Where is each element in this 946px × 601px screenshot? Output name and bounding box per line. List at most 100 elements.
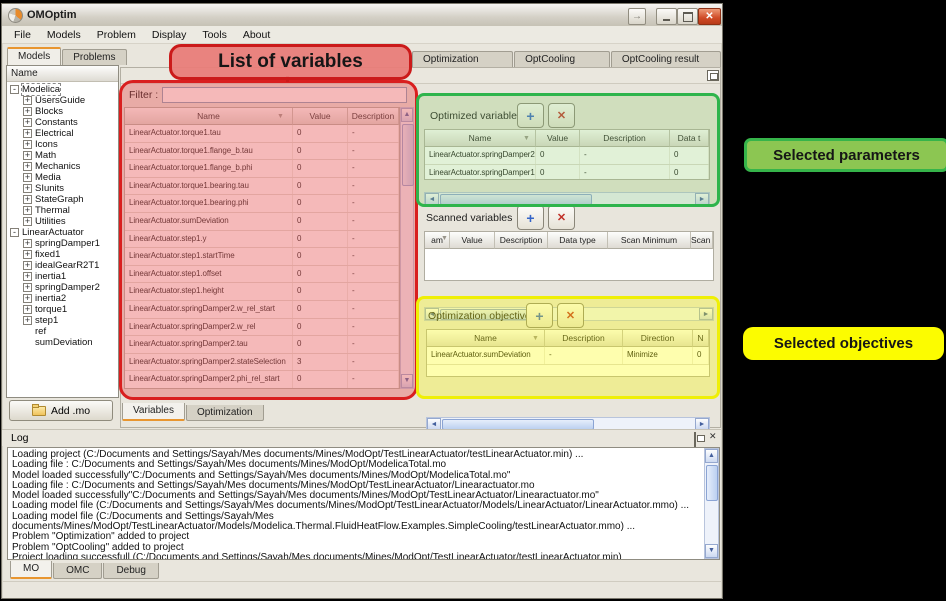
table-row[interactable]: LinearActuator.torque1.tau 0 - (125, 125, 399, 143)
expand-collapse-icon[interactable]: - (10, 85, 19, 94)
expand-collapse-icon[interactable]: + (23, 206, 32, 215)
tree-item[interactable]: + springDamper1 (23, 238, 118, 249)
minimize-button[interactable] (656, 8, 677, 25)
table-row[interactable]: LinearActuator.springDamper2.d 0 - 0 (425, 147, 709, 165)
table-row[interactable]: LinearActuator.torque1.flange_b.tau 0 - (125, 143, 399, 161)
log-tab[interactable]: Debug (103, 563, 158, 579)
remove-objective-button[interactable]: ✕ (557, 303, 584, 328)
expand-collapse-icon[interactable]: + (23, 140, 32, 149)
column-header[interactable]: Description (545, 330, 623, 347)
column-header[interactable]: Value (536, 130, 580, 147)
forward-arrow-button[interactable]: → (628, 8, 646, 25)
expand-collapse-icon[interactable]: + (23, 305, 32, 314)
expand-collapse-icon[interactable]: + (23, 283, 32, 292)
tree-item[interactable]: + SIunits (23, 183, 118, 194)
column-header[interactable]: Name (125, 108, 293, 125)
expand-collapse-icon[interactable]: + (23, 173, 32, 182)
menu-item[interactable]: Problem (89, 27, 144, 43)
log-tab[interactable]: OMC (53, 563, 102, 579)
table-row[interactable]: LinearActuator.torque1.bearing.tau 0 - (125, 178, 399, 196)
variables-scrollbar[interactable]: ▲ ▼ (400, 107, 414, 389)
scroll-right-icon[interactable]: ► (699, 308, 713, 320)
close-button[interactable]: ✕ (698, 8, 721, 25)
column-header[interactable]: Direction (623, 330, 693, 347)
tree-item[interactable]: + Electrical (23, 128, 118, 139)
expand-collapse-icon[interactable]: + (23, 195, 32, 204)
expand-collapse-icon[interactable]: + (23, 250, 32, 259)
filter-input[interactable] (162, 87, 407, 103)
expand-collapse-icon[interactable]: - (10, 228, 19, 237)
table-row[interactable]: LinearActuator.torque1.flange_b.phi 0 - (125, 160, 399, 178)
tree-item[interactable]: + Mechanics (23, 161, 118, 172)
table-row[interactable]: LinearActuator.step1.offset 0 - (125, 266, 399, 284)
column-header[interactable]: N (693, 330, 709, 347)
expand-collapse-icon[interactable]: + (23, 239, 32, 248)
tree-header[interactable]: Name (7, 66, 118, 82)
scroll-right-icon[interactable]: ► (695, 193, 709, 205)
dock-float-icon[interactable] (707, 70, 719, 81)
scrollbar-thumb[interactable] (706, 465, 718, 501)
column-header[interactable]: Scan M (691, 232, 713, 249)
tree-item[interactable]: - Modelica (10, 84, 118, 95)
expand-collapse-icon[interactable]: + (23, 129, 32, 138)
tree-item[interactable]: + torque1 (23, 304, 118, 315)
remove-scanned-variable-button[interactable]: ✕ (548, 205, 575, 230)
table-row[interactable]: LinearActuator.step1.y 0 - (125, 231, 399, 249)
table-row[interactable]: LinearActuator.springDamper2.tau 0 - (125, 336, 399, 354)
tree-item[interactable]: ref (23, 326, 118, 337)
column-header[interactable]: Description (348, 108, 399, 125)
optimized-variables-hscrollbar[interactable]: ◄ ► (424, 192, 710, 206)
table-row[interactable]: LinearActuator.step1.height 0 - (125, 283, 399, 301)
table-row[interactable]: LinearActuator.springDamper2.phi_rel_sta… (125, 371, 399, 389)
column-header[interactable]: Data type (548, 232, 608, 249)
scroll-down-icon[interactable]: ▼ (705, 544, 718, 558)
menu-item[interactable]: About (235, 27, 278, 43)
log-tab[interactable]: MO (10, 561, 52, 579)
table-row[interactable]: LinearActuator.step1.startTime 0 - (125, 248, 399, 266)
table-row[interactable]: LinearActuator.sumDeviation 0 - (125, 213, 399, 231)
scroll-left-icon[interactable]: ◄ (425, 193, 439, 205)
maximize-button[interactable] (677, 8, 698, 25)
add-objective-button[interactable]: + (526, 303, 553, 328)
add-mo-button[interactable]: Add .mo (9, 400, 113, 421)
scroll-up-icon[interactable]: ▲ (705, 449, 718, 463)
scroll-down-icon[interactable]: ▼ (401, 374, 413, 388)
sidebar-tab[interactable]: Problems (62, 49, 126, 65)
table-row[interactable]: LinearActuator.sumDeviation - Minimize 0 (427, 347, 709, 365)
expand-collapse-icon[interactable]: + (23, 184, 32, 193)
menu-item[interactable]: Display (144, 27, 194, 43)
tree-item[interactable]: sumDeviation (23, 337, 118, 348)
column-header[interactable]: Value (450, 232, 495, 249)
scrollbar-thumb[interactable] (440, 194, 592, 205)
tree-item[interactable]: + fixed1 (23, 249, 118, 260)
expand-collapse-icon[interactable]: + (23, 107, 32, 116)
result-tab[interactable]: Optimization result (412, 51, 513, 67)
expand-collapse-icon[interactable]: + (23, 294, 32, 303)
expand-collapse-icon[interactable]: + (23, 162, 32, 171)
tree-item[interactable]: + inertia2 (23, 293, 118, 304)
table-row[interactable]: LinearActuator.springDamper1.d 0 - 0 (425, 165, 709, 181)
expand-collapse-icon[interactable]: + (23, 261, 32, 270)
result-tab[interactable]: OptCooling result (2) (611, 51, 721, 67)
log-close-icon[interactable]: ✕ (709, 431, 717, 442)
table-row[interactable]: LinearActuator.springDamper2.stateSelect… (125, 354, 399, 372)
column-header[interactable]: Description (580, 130, 670, 147)
menu-item[interactable]: Models (39, 27, 89, 43)
tree-item[interactable]: + StateGraph (23, 194, 118, 205)
expand-collapse-icon[interactable]: + (23, 272, 32, 281)
table-row[interactable]: LinearActuator.springDamper2.w_rel_start… (125, 301, 399, 319)
menu-item[interactable]: File (6, 27, 39, 43)
add-optimized-variable-button[interactable]: + (517, 103, 544, 128)
tree-item[interactable]: + Constants (23, 117, 118, 128)
remove-optimized-variable-button[interactable]: ✕ (548, 103, 575, 128)
scrollbar-thumb[interactable] (402, 124, 414, 186)
expand-collapse-icon[interactable]: + (23, 118, 32, 127)
column-header[interactable]: Name (427, 330, 545, 347)
tree-item[interactable]: + inertia1 (23, 271, 118, 282)
tree-item[interactable]: + Media (23, 172, 118, 183)
column-header[interactable]: Description (495, 232, 548, 249)
column-header[interactable]: Name (425, 130, 536, 147)
tree-item[interactable]: + Math (23, 150, 118, 161)
table-row[interactable]: LinearActuator.torque1.bearing.phi 0 - (125, 195, 399, 213)
column-header[interactable]: Data t (670, 130, 709, 147)
